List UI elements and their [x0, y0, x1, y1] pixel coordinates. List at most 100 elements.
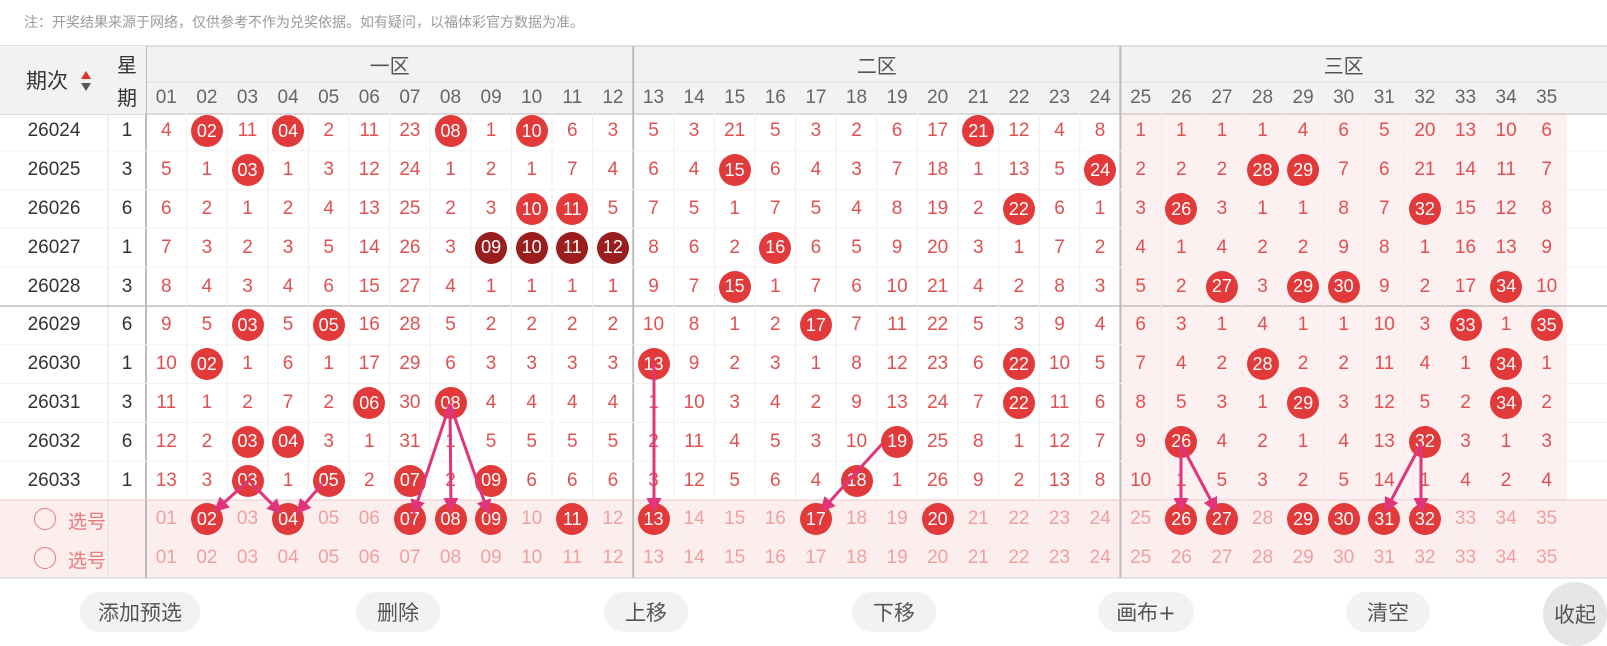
selectable-number[interactable]: 26 [1161, 540, 1202, 576]
selectable-number[interactable]: 25 [1120, 540, 1161, 576]
selectable-number[interactable]: 13 [633, 540, 674, 576]
selectable-number[interactable]: 24 [1080, 501, 1121, 537]
omission-value: 6 [770, 469, 781, 491]
selected-number-ball[interactable]: 04 [272, 503, 305, 535]
selectable-number[interactable]: 17 [796, 540, 837, 576]
selectable-number[interactable]: 16 [755, 540, 796, 576]
selectable-number[interactable]: 05 [308, 501, 349, 537]
selectable-number[interactable]: 19 [877, 540, 918, 576]
move-up-button[interactable]: 上移 [604, 592, 688, 632]
selectable-number[interactable]: 08 [430, 540, 471, 576]
selected-number-ball[interactable]: 20 [921, 503, 954, 535]
selectable-number[interactable]: 30 [1323, 540, 1364, 576]
selected-number-ball[interactable]: 07 [393, 503, 426, 535]
selected-number-ball[interactable]: 32 [1408, 503, 1441, 535]
omission-value: 25 [927, 430, 949, 452]
selectable-number[interactable]: 23 [1039, 501, 1080, 537]
omission-value: 2 [729, 236, 740, 258]
selectable-number[interactable]: 19 [877, 501, 918, 537]
selectable-number[interactable]: 09 [471, 540, 512, 576]
selectable-number[interactable]: 22 [999, 540, 1040, 576]
weekday-value: 1 [121, 236, 133, 258]
selectable-number[interactable]: 05 [308, 540, 349, 576]
omission-value: 4 [1216, 430, 1228, 452]
canvas-plus-button[interactable]: 画布+ [1098, 592, 1194, 632]
selectable-number[interactable]: 21 [958, 501, 999, 537]
selectable-number[interactable]: 33 [1445, 540, 1486, 576]
selectable-number[interactable]: 29 [1283, 540, 1324, 576]
selected-number-ball[interactable]: 08 [434, 503, 467, 535]
selectable-number[interactable]: 32 [1405, 540, 1446, 576]
collapse-button[interactable]: 收起 [1543, 582, 1607, 646]
selectable-number[interactable]: 11 [552, 540, 593, 576]
selectable-number[interactable]: 10 [511, 501, 552, 537]
selectable-number[interactable]: 12 [593, 501, 634, 537]
omission-value: 1 [242, 198, 253, 219]
drawn-number-ball: 26 [1165, 425, 1198, 458]
selectable-number[interactable]: 35 [1526, 501, 1567, 537]
selectable-number[interactable]: 14 [674, 540, 715, 576]
omission-value: 6 [1135, 314, 1146, 336]
selectable-number[interactable]: 04 [268, 540, 309, 576]
selected-number-ball[interactable]: 30 [1327, 503, 1360, 535]
select-row-label[interactable]: 选号 [68, 507, 106, 534]
selected-number-ball[interactable]: 13 [637, 503, 670, 535]
selectable-number[interactable]: 15 [714, 540, 755, 576]
selectable-number[interactable]: 16 [755, 501, 796, 537]
selectable-number[interactable]: 10 [511, 540, 552, 576]
selected-number-ball[interactable]: 29 [1287, 503, 1320, 535]
move-down-button[interactable]: 下移 [852, 592, 936, 632]
clear-button[interactable]: 清空 [1346, 592, 1430, 632]
selectable-number[interactable]: 14 [674, 501, 715, 537]
selected-number-ball[interactable]: 27 [1205, 503, 1238, 535]
selectable-number[interactable]: 22 [999, 501, 1040, 537]
selectable-number[interactable]: 35 [1526, 540, 1567, 576]
select-row-radio[interactable] [34, 508, 56, 530]
selectable-number[interactable]: 12 [593, 540, 634, 576]
column-header-07: 07 [399, 87, 421, 108]
selectable-number[interactable]: 24 [1080, 540, 1121, 576]
omission-value: 4 [607, 392, 619, 413]
delete-button[interactable]: 删除 [356, 592, 440, 632]
selectable-number[interactable]: 06 [349, 501, 390, 537]
selectable-number[interactable]: 25 [1120, 501, 1161, 537]
selectable-number[interactable]: 20 [917, 540, 958, 576]
selectable-number[interactable]: 01 [146, 540, 187, 576]
omission-value: 10 [155, 353, 177, 375]
selectable-number[interactable]: 33 [1445, 501, 1486, 537]
omission-value: 9 [1379, 275, 1390, 297]
selectable-number[interactable]: 02 [187, 540, 228, 576]
add-preselect-button[interactable]: 添加预选 [80, 592, 200, 632]
selectable-number[interactable]: 34 [1486, 501, 1527, 537]
selected-number-ball[interactable]: 09 [475, 503, 508, 535]
selectable-number[interactable]: 15 [714, 501, 755, 537]
selectable-number[interactable]: 07 [390, 540, 431, 576]
omission-value: 3 [770, 353, 781, 375]
drawn-number-ball: 15 [718, 270, 751, 303]
drawn-number-ball: 32 [1408, 193, 1441, 225]
column-header-03: 03 [236, 87, 259, 108]
selectable-number[interactable]: 28 [1242, 501, 1283, 537]
selectable-number[interactable]: 34 [1486, 540, 1527, 576]
selected-number-ball[interactable]: 02 [190, 503, 223, 535]
selectable-number[interactable]: 03 [227, 540, 268, 576]
select-row-label[interactable]: 选号 [68, 546, 106, 573]
sort-icon[interactable] [80, 70, 92, 92]
selectable-number[interactable]: 23 [1039, 540, 1080, 576]
selectable-number[interactable]: 27 [1202, 540, 1243, 576]
select-row-radio[interactable] [34, 546, 56, 569]
omission-value: 11 [1049, 392, 1070, 413]
selectable-number[interactable]: 18 [836, 540, 877, 576]
selectable-number[interactable]: 06 [349, 540, 390, 576]
selectable-number[interactable]: 31 [1364, 540, 1405, 576]
selectable-number[interactable]: 03 [227, 501, 268, 537]
selected-number-ball[interactable]: 17 [799, 503, 832, 535]
selectable-number[interactable]: 28 [1242, 540, 1283, 576]
selectable-number[interactable]: 21 [958, 540, 999, 576]
selectable-number[interactable]: 01 [146, 501, 187, 537]
omission-value: 4 [810, 469, 822, 491]
drawn-number-ball: 10 [515, 231, 548, 264]
omission-value: 4 [1338, 430, 1349, 452]
selectable-number[interactable]: 18 [836, 501, 877, 537]
omission-value: 4 [1176, 353, 1187, 375]
